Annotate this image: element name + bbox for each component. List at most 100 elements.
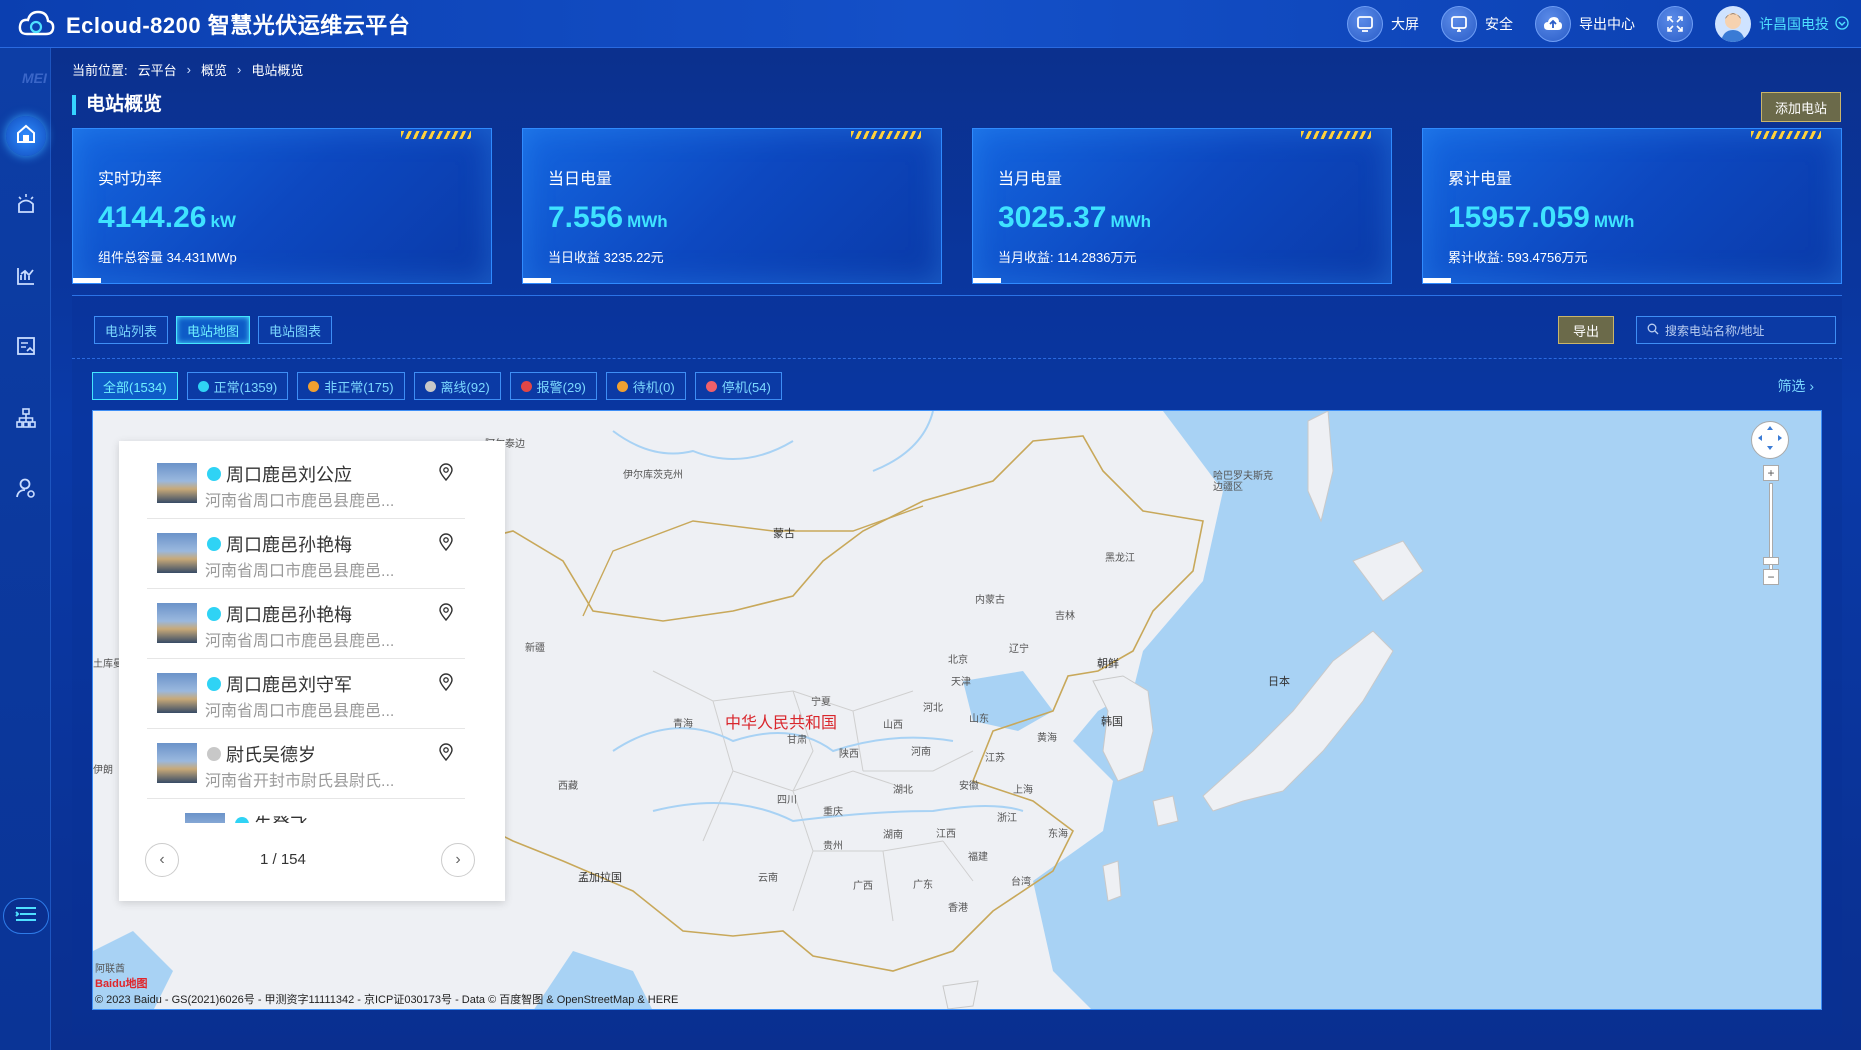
map-label-gansu: 甘肃: [787, 735, 807, 746]
filter-normal[interactable]: 正常(1359): [186, 372, 289, 400]
filter-abnormal[interactable]: 非正常(175): [297, 372, 405, 400]
map-label-khabarovsk: 哈巴罗夫斯克边疆区: [1213, 471, 1273, 493]
card-label: 实时功率: [98, 171, 163, 188]
filter-label: 离线(92): [440, 379, 490, 395]
map-pan-control[interactable]: [1751, 421, 1789, 459]
location-pin-icon[interactable]: [439, 743, 453, 766]
breadcrumb: 当前位置: 云平台 › 概览 › 电站概览: [72, 60, 303, 79]
card-value: 15957.059: [1448, 201, 1590, 234]
zoom-in-button[interactable]: +: [1763, 465, 1779, 481]
monitor-icon: [1347, 6, 1383, 42]
map-label-beijing: 北京: [948, 655, 968, 666]
map-label-liaoning: 辽宁: [1009, 644, 1029, 655]
location-pin-icon[interactable]: [439, 463, 453, 486]
station-name-text: 周口鹿邑孙艳梅: [226, 535, 352, 555]
location-pin-icon[interactable]: [439, 673, 453, 696]
stat-card-total-energy: 累计电量 15957.059 MWh 累计收益: 593.4756万元: [1422, 128, 1842, 284]
breadcrumb-item-overview[interactable]: 概览: [201, 60, 227, 79]
export-center-button[interactable]: 导出中心: [1535, 6, 1635, 42]
station-name: 周口鹿邑刘守军: [207, 671, 352, 697]
sidebar-item-analysis[interactable]: [6, 258, 46, 298]
map-label-shandong: 山东: [969, 714, 989, 725]
filter-label: 全部(1534): [103, 379, 167, 395]
list-item[interactable]: 周口鹿邑孙艳梅 河南省周口市鹿邑县鹿邑...: [147, 519, 465, 589]
add-station-button[interactable]: 添加电站: [1761, 92, 1841, 122]
security-button[interactable]: 安全: [1441, 6, 1513, 42]
station-map[interactable]: 蒙古 中华人民共和国 日本 韩国 朝鲜 孟加拉国 黄海 东海 黑龙江 吉林 辽宁…: [92, 410, 1822, 1010]
map-label-hubei: 湖北: [893, 785, 913, 796]
station-name-text: 周口鹿邑刘公应: [226, 465, 352, 485]
big-screen-button[interactable]: 大屏: [1347, 6, 1419, 42]
filter-link[interactable]: 筛选 ›: [1777, 376, 1814, 396]
prev-page-button[interactable]: ‹: [145, 843, 179, 877]
map-label-shanxi: 山西: [883, 720, 903, 731]
map-label-guizhou: 贵州: [823, 841, 843, 852]
zoom-slider-handle[interactable]: [1763, 557, 1779, 565]
list-item[interactable]: 朱登飞: [175, 799, 465, 823]
next-page-button[interactable]: ›: [441, 843, 475, 877]
card-decoration: [1301, 131, 1371, 139]
chevron-right-icon: ›: [237, 62, 242, 77]
sidebar-item-device[interactable]: [6, 186, 46, 226]
map-label-dprk: 朝鲜: [1097, 658, 1119, 670]
station-thumbnail: [157, 463, 197, 503]
card-value-group: 4144.26 kW: [98, 201, 236, 235]
status-dot: [424, 380, 436, 392]
list-item[interactable]: 周口鹿邑刘公应 河南省周口市鹿邑县鹿邑...: [147, 449, 465, 519]
card-subtext: 当日收益 3235.22元: [548, 250, 664, 265]
card-value: 4144.26: [98, 201, 207, 234]
view-tabs: 电站列表 电站地图 电站图表: [94, 316, 333, 344]
tab-station-list[interactable]: 电站列表: [94, 316, 169, 344]
status-dot: [520, 380, 532, 392]
pan-arrows-icon: [1755, 423, 1785, 458]
sidebar-item-organization[interactable]: [6, 400, 46, 440]
filter-all[interactable]: 全部(1534): [92, 372, 178, 400]
map-label-jiangsu: 江苏: [985, 753, 1005, 764]
map-label-guangxi: 广西: [853, 881, 873, 892]
station-thumbnail: [157, 533, 197, 573]
sidebar-item-user-settings[interactable]: [6, 470, 46, 510]
pagination: ‹ 1 / 154 ›: [145, 839, 475, 879]
location-pin-icon[interactable]: [439, 533, 453, 556]
fullscreen-button[interactable]: [1657, 6, 1693, 42]
station-name: 周口鹿邑孙艳梅: [207, 531, 352, 557]
page-title: 电站概览: [72, 95, 162, 115]
map-label-xinjiang: 新疆: [525, 643, 545, 654]
station-thumbnail: [157, 603, 197, 643]
chevron-left-icon: ‹: [159, 851, 165, 868]
sidebar-collapse-button[interactable]: [3, 898, 49, 934]
filter-standby[interactable]: 待机(0): [605, 372, 686, 400]
location-pin-icon[interactable]: [439, 603, 453, 626]
export-button[interactable]: 导出: [1558, 316, 1614, 344]
tab-station-chart[interactable]: 电站图表: [258, 316, 333, 344]
list-item[interactable]: 尉氏吴德岁 河南省开封市尉氏县尉氏...: [147, 729, 465, 799]
card-unit: kW: [210, 212, 236, 231]
station-name: 周口鹿邑孙艳梅: [207, 601, 352, 627]
filter-shutdown[interactable]: 停机(54): [694, 372, 782, 400]
map-label-ningxia: 宁夏: [811, 697, 831, 708]
chevron-right-icon: ›: [1809, 378, 1814, 394]
chart-icon: [15, 265, 37, 292]
filter-label: 待机(0): [632, 379, 675, 395]
filter-link-label: 筛选: [1777, 378, 1806, 394]
zoom-out-button[interactable]: −: [1763, 569, 1779, 585]
station-name-text: 周口鹿邑刘守军: [226, 675, 352, 695]
filter-alarm[interactable]: 报警(29): [509, 372, 597, 400]
map-label-iran: 伊朗: [93, 765, 113, 776]
station-thumbnail: [157, 673, 197, 713]
chevron-right-icon: ›: [455, 851, 461, 868]
list-item[interactable]: 周口鹿邑刘守军 河南省周口市鹿邑县鹿邑...: [147, 659, 465, 729]
list-item[interactable]: 周口鹿邑孙艳梅 河南省周口市鹿邑县鹿邑...: [147, 589, 465, 659]
station-name-text: 尉氏吴德岁: [226, 745, 316, 765]
map-copyright: © 2023 Baidu - GS(2021)6026号 - 甲测资字11111…: [95, 994, 679, 1006]
status-dot: [616, 380, 628, 392]
tab-station-map[interactable]: 电站地图: [176, 316, 251, 344]
breadcrumb-item-cloud[interactable]: 云平台: [138, 60, 177, 79]
sidebar-item-report[interactable]: [6, 328, 46, 368]
list-item-partial[interactable]: 朱登飞: [147, 799, 465, 823]
filter-offline[interactable]: 离线(92): [413, 372, 501, 400]
search-input[interactable]: 搜索电站名称/地址: [1636, 316, 1836, 344]
sidebar-item-home[interactable]: [6, 116, 46, 156]
stat-card-daily-energy: 当日电量 7.556 MWh 当日收益 3235.22元: [522, 128, 942, 284]
user-menu[interactable]: 许昌国电投: [1715, 6, 1849, 42]
